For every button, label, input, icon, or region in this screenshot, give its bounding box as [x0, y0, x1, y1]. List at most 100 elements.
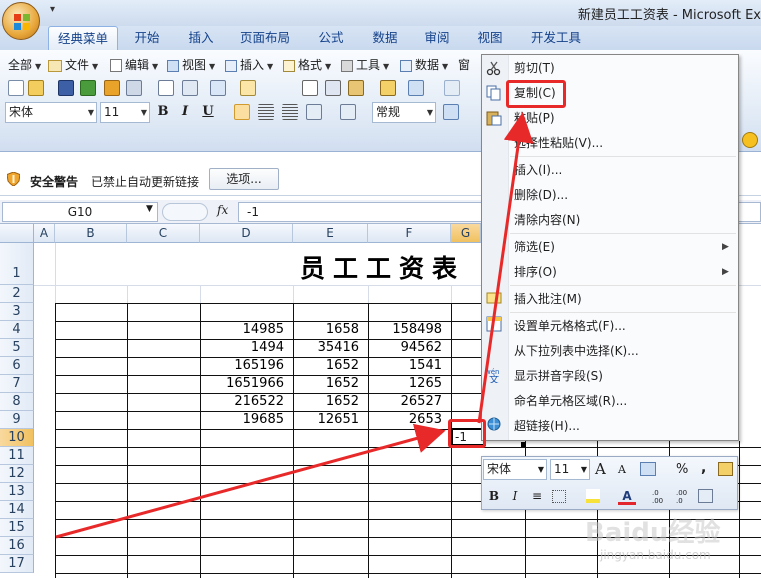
cell-d5[interactable]: 1494	[200, 340, 288, 355]
cell-f5[interactable]: 94562	[368, 340, 446, 355]
comma-style-button[interactable]: ,	[701, 460, 706, 476]
format-painter-mini-icon[interactable]	[718, 462, 733, 476]
formula-splitter[interactable]	[162, 203, 208, 221]
cell-d6[interactable]: 165196	[200, 358, 288, 373]
redo-icon[interactable]	[444, 80, 460, 96]
cell-e6[interactable]: 1652	[293, 358, 363, 373]
tab-data[interactable]: 数据	[360, 26, 410, 50]
sheet-title[interactable]: 员工工资表	[300, 249, 490, 285]
cell-e4[interactable]: 1658	[293, 322, 363, 337]
cell-d4[interactable]: 14985	[200, 322, 288, 337]
menu-item-filter[interactable]: 筛选(E)	[514, 237, 555, 257]
font-size-combo[interactable]: 11 ▼	[100, 102, 150, 123]
column-header-g[interactable]: G	[451, 224, 481, 243]
merge-mini-icon[interactable]	[698, 489, 713, 503]
menu-item-delete[interactable]: 删除(D)...	[514, 185, 568, 205]
menu-tools[interactable]: 工具 ▼	[341, 56, 389, 74]
column-header-e[interactable]: E	[293, 224, 368, 243]
row-header[interactable]: 4	[0, 321, 34, 339]
fill-handle[interactable]	[521, 442, 526, 447]
menu-item-format-cells[interactable]: 设置单元格格式(F)...	[514, 316, 626, 336]
menu-insert[interactable]: 插入 ▼	[225, 56, 273, 74]
select-all-corner[interactable]	[0, 224, 34, 243]
office-button[interactable]	[2, 2, 40, 40]
quick-access-customize[interactable]: ▾	[50, 4, 55, 15]
menu-file[interactable]: 文件 ▼	[48, 56, 98, 74]
menu-item-name-range[interactable]: 命名单元格区域(R)...	[514, 391, 627, 411]
italic-button[interactable]: I	[175, 102, 195, 122]
column-header-c[interactable]: C	[127, 224, 200, 243]
print-icon[interactable]	[158, 80, 174, 96]
menu-item-clear-contents[interactable]: 清除内容(N)	[514, 210, 580, 230]
menu-item-hyperlink[interactable]: 超链接(H)...	[514, 416, 580, 436]
row-header[interactable]: 10	[0, 429, 34, 447]
permission-icon[interactable]	[104, 80, 120, 96]
bold-button[interactable]: B	[153, 102, 173, 122]
save-icon[interactable]	[58, 80, 74, 96]
grow-font-button[interactable]: A	[595, 460, 606, 478]
mini-font-name-combo[interactable]: 宋体 ▼	[483, 459, 547, 480]
name-box-dropdown[interactable]: ▼	[146, 204, 153, 214]
menu-item-insert[interactable]: 插入(I)...	[514, 160, 562, 180]
tab-classic-menu[interactable]: 经典菜单	[48, 26, 118, 50]
options-button[interactable]: 选项...	[209, 168, 279, 190]
row-header[interactable]: 8	[0, 393, 34, 411]
row-header[interactable]: 2	[0, 285, 34, 303]
menu-item-cut[interactable]: 剪切(T)	[514, 58, 555, 78]
currency-icon[interactable]	[443, 104, 459, 120]
cell-d9[interactable]: 19685	[200, 412, 288, 427]
menu-view[interactable]: 视图 ▼	[167, 56, 215, 74]
cell-e7[interactable]: 1652	[293, 376, 363, 391]
cell-f9[interactable]: 2653	[368, 412, 446, 427]
cell-d8[interactable]: 216522	[200, 394, 288, 409]
menu-item-paste[interactable]: 粘贴(P)	[514, 108, 555, 128]
cell-f6[interactable]: 1541	[368, 358, 446, 373]
mini-center-button[interactable]: ≡	[528, 487, 546, 505]
undo-icon[interactable]	[408, 80, 424, 96]
row-header[interactable]: 15	[0, 519, 34, 537]
cell-f4[interactable]: 158498	[368, 322, 446, 337]
paste-toolbar-icon[interactable]	[348, 80, 364, 96]
cell-e8[interactable]: 1652	[293, 394, 363, 409]
row-header[interactable]: 16	[0, 537, 34, 555]
number-format-combo[interactable]: 常规 ▼	[372, 102, 436, 123]
shrink-font-button[interactable]: A	[618, 463, 626, 476]
open-folder-icon[interactable]	[28, 80, 44, 96]
menu-item-show-phonetic[interactable]: 显示拼音字段(S)	[514, 366, 603, 386]
align-left-icon[interactable]	[234, 104, 250, 120]
row-header[interactable]: 12	[0, 465, 34, 483]
decrease-decimal-button[interactable]: .00 .0	[676, 489, 687, 505]
row-header[interactable]: 14	[0, 501, 34, 519]
new-document-icon[interactable]	[8, 80, 24, 96]
column-header-f[interactable]: F	[368, 224, 451, 243]
borders-icon[interactable]	[552, 490, 566, 503]
mini-italic-button[interactable]: I	[506, 487, 524, 505]
cell-f8[interactable]: 26527	[368, 394, 446, 409]
tab-review[interactable]: 审阅	[412, 26, 462, 50]
copy-toolbar-icon[interactable]	[325, 80, 341, 96]
row-header[interactable]: 13	[0, 483, 34, 501]
font-name-combo[interactable]: 宋体 ▼	[5, 102, 97, 123]
cut-icon[interactable]	[302, 80, 318, 96]
row-header[interactable]: 5	[0, 339, 34, 357]
menu-item-paste-special[interactable]: 选择性粘贴(V)...	[514, 133, 603, 153]
insert-function-button[interactable]: fx	[217, 203, 228, 217]
column-header-a[interactable]: A	[34, 224, 55, 243]
accounting-format-icon[interactable]	[640, 462, 656, 476]
align-right-icon[interactable]	[282, 104, 298, 120]
fill-color-icon[interactable]	[586, 489, 600, 503]
row-header[interactable]: 9	[0, 411, 34, 429]
row-header[interactable]: 11	[0, 447, 34, 465]
mini-font-color-button[interactable]: A	[618, 487, 636, 505]
cell-d7[interactable]: 1651966	[200, 376, 288, 391]
mini-font-size-combo[interactable]: 11 ▼	[550, 459, 590, 480]
menu-edit[interactable]: 编辑 ▼	[110, 56, 158, 74]
row-header[interactable]: 3	[0, 303, 34, 321]
menu-item-pick-from-list[interactable]: 从下拉列表中选择(K)...	[514, 341, 639, 361]
cell-e5[interactable]: 35416	[293, 340, 363, 355]
format-painter-icon[interactable]	[380, 80, 396, 96]
menu-data[interactable]: 数据 ▼	[400, 56, 448, 74]
menu-item-sort[interactable]: 排序(O)	[514, 262, 557, 282]
tab-insert[interactable]: 插入	[176, 26, 226, 50]
email-icon[interactable]	[126, 80, 142, 96]
